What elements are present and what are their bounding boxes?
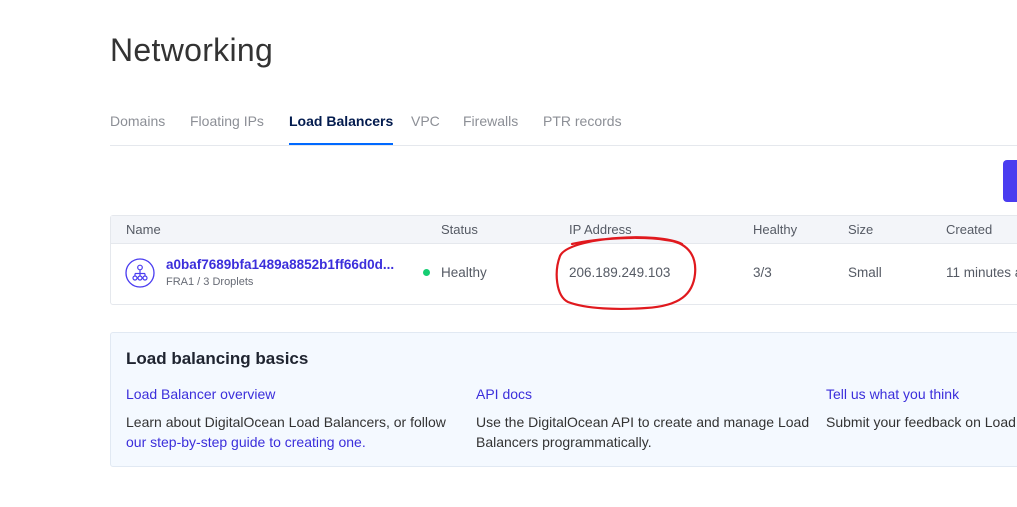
basics-column-overview: Load Balancer overview Learn about Digit… bbox=[126, 386, 466, 452]
basics-column-feedback: Tell us what you think Submit your feedb… bbox=[826, 386, 1017, 432]
tab-domains[interactable]: Domains bbox=[110, 113, 165, 129]
load-balancer-region: FRA1 / 3 Droplets bbox=[166, 276, 254, 288]
api-docs-link[interactable]: API docs bbox=[476, 386, 816, 402]
basics-title: Load balancing basics bbox=[126, 349, 309, 368]
feedback-description: Submit your feedback on Load bbox=[826, 414, 1016, 430]
feedback-link[interactable]: Tell us what you think bbox=[826, 386, 1017, 402]
overview-description: Learn about DigitalOcean Load Balancers,… bbox=[126, 412, 466, 452]
basics-column-api: API docs Use the DigitalOcean API to cre… bbox=[476, 386, 816, 452]
load-balancer-overview-link[interactable]: Load Balancer overview bbox=[126, 386, 466, 402]
tab-bar: Domains Floating IPs Load Balancers VPC … bbox=[110, 112, 1017, 146]
healthy-value: 3/3 bbox=[753, 265, 772, 280]
table-header: Name Status IP Address Healthy Size Crea… bbox=[111, 216, 1017, 244]
size-value: Small bbox=[848, 265, 882, 280]
ip-address-value: 206.189.249.103 bbox=[569, 265, 671, 280]
tab-load-balancers[interactable]: Load Balancers bbox=[289, 113, 394, 145]
tab-vpc[interactable]: VPC bbox=[411, 113, 440, 129]
column-header-created: Created bbox=[946, 222, 993, 237]
api-description: Use the DigitalOcean API to create and m… bbox=[476, 414, 810, 450]
page-title: Networking bbox=[110, 32, 274, 68]
load-balancers-table: Name Status IP Address Healthy Size Crea… bbox=[110, 215, 1017, 305]
step-by-step-guide-link[interactable]: our step-by-step guide to creating one. bbox=[126, 434, 366, 450]
column-header-healthy: Healthy bbox=[753, 222, 798, 237]
status-indicator-icon bbox=[423, 269, 430, 276]
load-balancer-icon bbox=[125, 258, 155, 288]
overview-description-text: Learn about DigitalOcean Load Balancers,… bbox=[126, 414, 446, 430]
tab-firewalls[interactable]: Firewalls bbox=[463, 113, 518, 129]
table-row[interactable]: a0baf7689bfa1489a8852b1ff66d0d... FRA1 /… bbox=[111, 244, 1017, 304]
column-header-name: Name bbox=[126, 222, 161, 237]
status-value: Healthy bbox=[441, 265, 487, 280]
column-header-size: Size bbox=[848, 222, 874, 237]
tab-floating-ips[interactable]: Floating IPs bbox=[190, 113, 264, 129]
tab-ptr-records[interactable]: PTR records bbox=[543, 113, 622, 129]
created-value: 11 minutes a bbox=[946, 265, 1017, 280]
create-button[interactable] bbox=[1003, 160, 1017, 202]
column-header-status: Status bbox=[441, 222, 478, 237]
page: Networking Domains Floating IPs Load Bal… bbox=[0, 0, 1017, 507]
load-balancer-name-link[interactable]: a0baf7689bfa1489a8852b1ff66d0d... bbox=[166, 257, 416, 272]
column-header-ip-address: IP Address bbox=[569, 222, 632, 237]
load-balancing-basics-panel: Load balancing basics Load Balancer over… bbox=[110, 332, 1017, 467]
